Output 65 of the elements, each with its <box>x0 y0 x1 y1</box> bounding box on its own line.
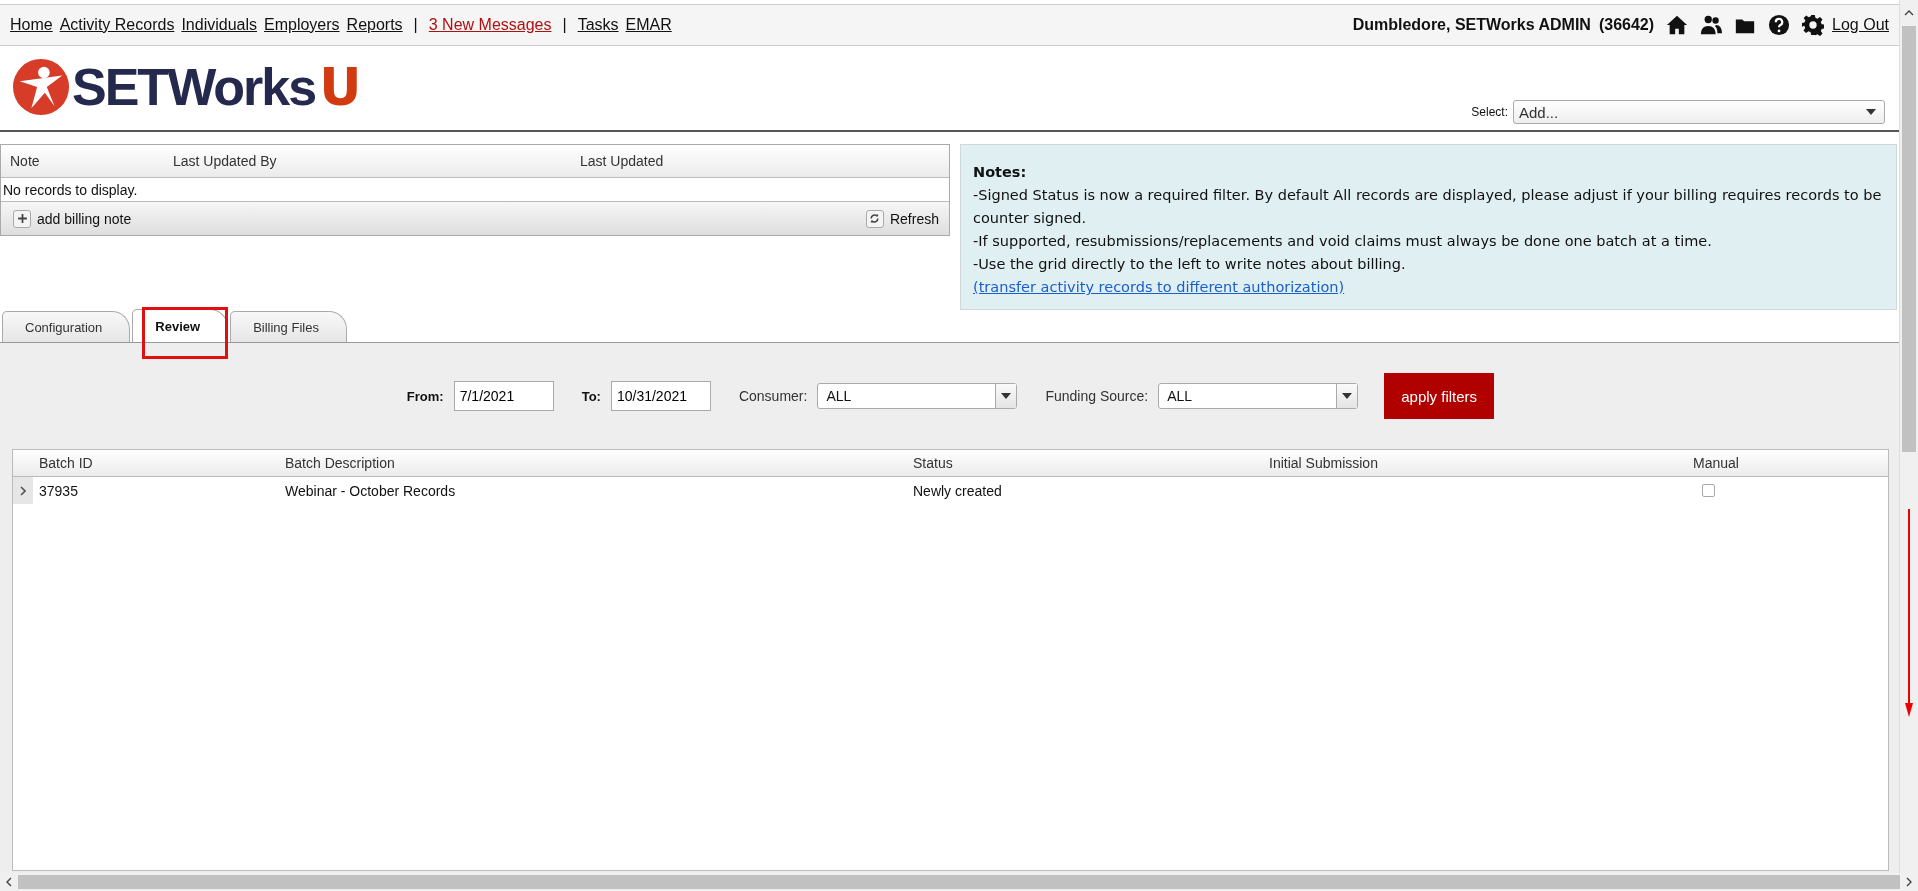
nav-link[interactable]: Activity Records <box>59 16 175 34</box>
caret-icon <box>1001 393 1012 399</box>
column-header: Initial Submission <box>1268 455 1379 471</box>
note-text: -Use the grid directly to the left to write notes about billing. <box>973 255 1407 274</box>
funding-source-dropdown[interactable]: ALL <box>1158 383 1359 409</box>
horizontal-scrollbar[interactable] <box>0 873 1918 891</box>
logo-text: SETWorks <box>72 57 316 117</box>
users-icon[interactable] <box>1700 14 1723 36</box>
apply-filters-button[interactable]: apply filters <box>1384 373 1495 419</box>
note-text: -Signed Status is now a required filter. By default All records are displayed, please adjust if your billing requires records to be counter signed. <box>973 186 1883 228</box>
nav-link[interactable]: EMAR <box>625 16 672 34</box>
messages-link[interactable]: 3 New Messages <box>428 16 552 34</box>
note-text: -If supported, resubmissions/replacements and void claims must always be done one batch at a time. <box>973 232 1713 251</box>
user-id: (36642) <box>1598 16 1655 34</box>
logo-letter: U <box>319 61 362 113</box>
plus-icon <box>13 209 31 228</box>
vertical-scrollbar[interactable] <box>1899 0 1918 873</box>
column-header: Last Updated By <box>172 153 278 169</box>
to-date-field[interactable]: 10/31/2021 <box>610 381 711 411</box>
chevron-icon <box>20 485 26 496</box>
table-cell: Webinar - October Records <box>285 482 456 499</box>
nav-link[interactable]: Employers <box>264 16 340 34</box>
scroll-left-icon[interactable] <box>6 877 12 887</box>
funding-source-label: Funding Source: <box>1045 388 1149 404</box>
add-dropdown[interactable]: Add... <box>1513 100 1885 124</box>
tab[interactable]: Billing Files <box>230 311 347 342</box>
from-date-field[interactable]: 7/1/2021 <box>453 381 554 411</box>
table-cell: Newly created <box>913 482 1002 499</box>
caret-icon <box>1866 109 1876 115</box>
manual-checkbox[interactable] <box>1702 484 1715 497</box>
user-name: Dumbledore, SETWorks ADMIN <box>1352 16 1591 34</box>
column-header: Status <box>912 455 954 471</box>
settings-icon[interactable] <box>1802 14 1825 36</box>
consumer-label: Consumer: <box>738 388 808 404</box>
nav-link[interactable]: Reports <box>346 16 403 34</box>
consumer-dropdown[interactable]: ALL <box>817 383 1018 409</box>
scroll-up-icon[interactable] <box>1904 10 1914 16</box>
transfer-link[interactable]: (transfer activity records to different authorization) <box>973 279 1345 295</box>
notes-title: Notes: <box>973 163 1028 182</box>
refresh-icon <box>865 209 884 228</box>
nav-separator: | <box>413 16 418 34</box>
logout-link[interactable]: Log Out <box>1832 16 1889 34</box>
column-header: Batch ID <box>38 455 94 471</box>
column-header: Manual <box>1692 455 1740 471</box>
tab[interactable]: Configuration <box>2 311 131 342</box>
refresh-button[interactable]: Refresh <box>865 207 939 230</box>
expand-row-button[interactable] <box>13 477 33 504</box>
to-label: To: <box>581 388 601 404</box>
empty-message: No records to display. <box>3 181 138 198</box>
column-header: Note <box>9 153 41 169</box>
nav-link[interactable]: Individuals <box>181 16 257 34</box>
column-header: Last Updated <box>579 153 665 169</box>
select-label: Select: <box>1471 105 1508 119</box>
nav-separator: | <box>562 16 567 34</box>
nav-link[interactable]: Tasks <box>577 16 619 34</box>
nav-link[interactable]: Home <box>10 16 53 34</box>
add-note-button[interactable]: add billing note <box>13 207 132 230</box>
caret-icon <box>1342 393 1353 399</box>
help-icon[interactable] <box>1768 14 1791 36</box>
column-header: Batch Description <box>284 455 396 471</box>
table-cell: 37935 <box>39 482 78 499</box>
from-label: From: <box>406 388 444 404</box>
home-icon[interactable] <box>1666 14 1689 36</box>
scroll-right-icon[interactable] <box>1906 877 1912 887</box>
person-logo-icon <box>12 58 70 116</box>
